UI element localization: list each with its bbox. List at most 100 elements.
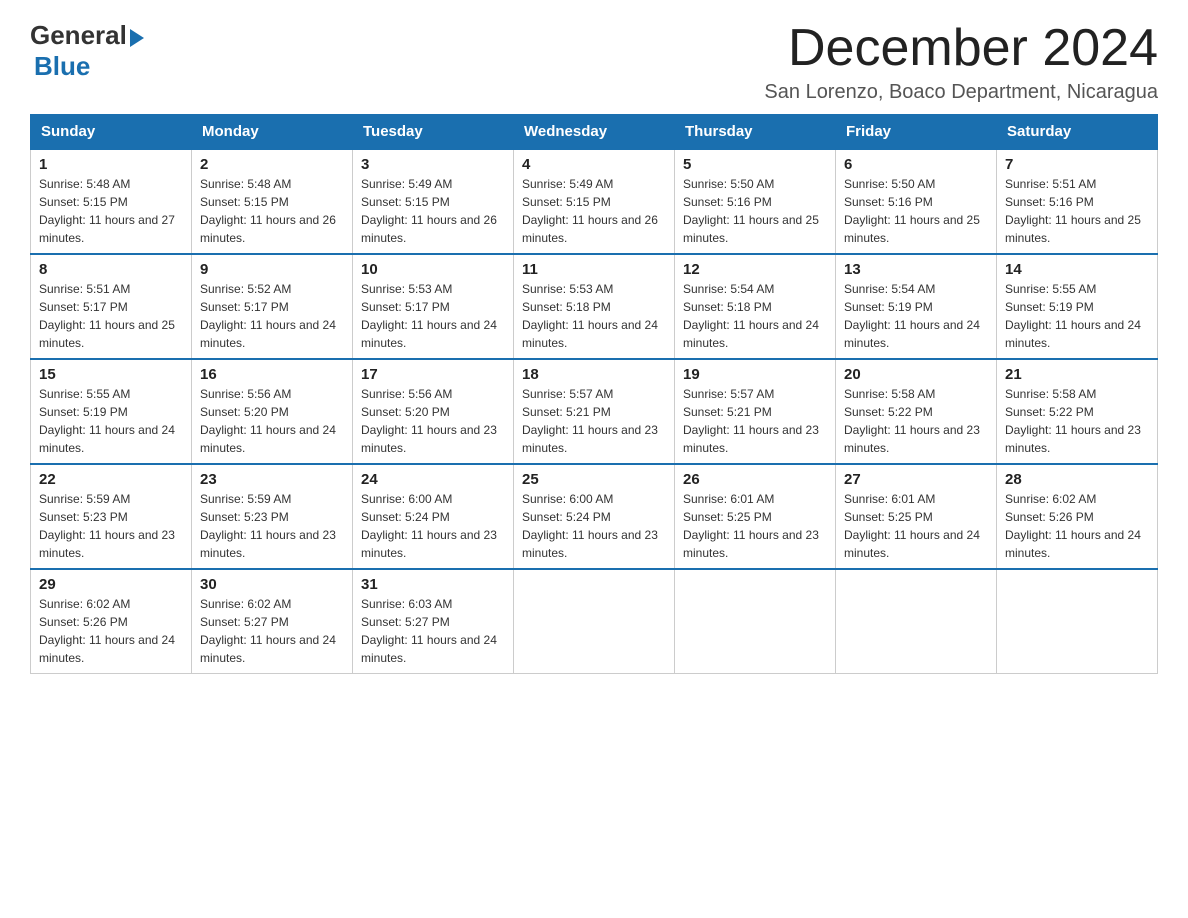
day-detail: Sunrise: 5:52 AMSunset: 5:17 PMDaylight:… <box>200 282 336 350</box>
day-number: 8 <box>39 261 183 278</box>
calendar-cell: 27 Sunrise: 6:01 AMSunset: 5:25 PMDaylig… <box>836 464 997 569</box>
day-detail: Sunrise: 5:48 AMSunset: 5:15 PMDaylight:… <box>39 177 175 245</box>
day-number: 26 <box>683 471 827 488</box>
day-detail: Sunrise: 5:50 AMSunset: 5:16 PMDaylight:… <box>683 177 819 245</box>
calendar-cell: 1 Sunrise: 5:48 AMSunset: 5:15 PMDayligh… <box>31 149 192 254</box>
calendar-cell: 9 Sunrise: 5:52 AMSunset: 5:17 PMDayligh… <box>192 254 353 359</box>
day-detail: Sunrise: 5:57 AMSunset: 5:21 PMDaylight:… <box>522 387 658 455</box>
calendar-cell: 26 Sunrise: 6:01 AMSunset: 5:25 PMDaylig… <box>675 464 836 569</box>
day-header-wednesday: Wednesday <box>514 115 675 150</box>
calendar-week-row: 29 Sunrise: 6:02 AMSunset: 5:26 PMDaylig… <box>31 569 1158 674</box>
day-detail: Sunrise: 6:00 AMSunset: 5:24 PMDaylight:… <box>361 492 497 560</box>
calendar-cell: 31 Sunrise: 6:03 AMSunset: 5:27 PMDaylig… <box>353 569 514 674</box>
day-number: 18 <box>522 366 666 383</box>
title-block: December 2024 San Lorenzo, Boaco Departm… <box>764 20 1158 104</box>
day-header-monday: Monday <box>192 115 353 150</box>
logo-general-text: General <box>30 20 127 51</box>
day-detail: Sunrise: 6:01 AMSunset: 5:25 PMDaylight:… <box>844 492 980 560</box>
calendar-week-row: 1 Sunrise: 5:48 AMSunset: 5:15 PMDayligh… <box>31 149 1158 254</box>
day-detail: Sunrise: 5:54 AMSunset: 5:19 PMDaylight:… <box>844 282 980 350</box>
calendar-cell: 25 Sunrise: 6:00 AMSunset: 5:24 PMDaylig… <box>514 464 675 569</box>
calendar-cell: 10 Sunrise: 5:53 AMSunset: 5:17 PMDaylig… <box>353 254 514 359</box>
day-detail: Sunrise: 5:49 AMSunset: 5:15 PMDaylight:… <box>361 177 497 245</box>
calendar-cell: 19 Sunrise: 5:57 AMSunset: 5:21 PMDaylig… <box>675 359 836 464</box>
day-number: 29 <box>39 576 183 593</box>
month-title: December 2024 <box>764 20 1158 77</box>
day-detail: Sunrise: 5:54 AMSunset: 5:18 PMDaylight:… <box>683 282 819 350</box>
day-number: 1 <box>39 156 183 173</box>
day-number: 17 <box>361 366 505 383</box>
calendar-cell: 16 Sunrise: 5:56 AMSunset: 5:20 PMDaylig… <box>192 359 353 464</box>
day-detail: Sunrise: 5:56 AMSunset: 5:20 PMDaylight:… <box>361 387 497 455</box>
calendar-week-row: 22 Sunrise: 5:59 AMSunset: 5:23 PMDaylig… <box>31 464 1158 569</box>
calendar-cell: 21 Sunrise: 5:58 AMSunset: 5:22 PMDaylig… <box>997 359 1158 464</box>
calendar-cell <box>836 569 997 674</box>
calendar-cell: 29 Sunrise: 6:02 AMSunset: 5:26 PMDaylig… <box>31 569 192 674</box>
calendar-cell: 14 Sunrise: 5:55 AMSunset: 5:19 PMDaylig… <box>997 254 1158 359</box>
day-header-saturday: Saturday <box>997 115 1158 150</box>
day-header-tuesday: Tuesday <box>353 115 514 150</box>
day-number: 9 <box>200 261 344 278</box>
day-detail: Sunrise: 5:51 AMSunset: 5:17 PMDaylight:… <box>39 282 175 350</box>
day-detail: Sunrise: 5:58 AMSunset: 5:22 PMDaylight:… <box>844 387 980 455</box>
day-number: 7 <box>1005 156 1149 173</box>
calendar-table: SundayMondayTuesdayWednesdayThursdayFrid… <box>30 114 1158 674</box>
day-detail: Sunrise: 6:02 AMSunset: 5:26 PMDaylight:… <box>1005 492 1141 560</box>
logo-arrow-icon <box>130 29 144 47</box>
day-number: 2 <box>200 156 344 173</box>
day-detail: Sunrise: 5:48 AMSunset: 5:15 PMDaylight:… <box>200 177 336 245</box>
day-detail: Sunrise: 5:53 AMSunset: 5:18 PMDaylight:… <box>522 282 658 350</box>
calendar-cell: 11 Sunrise: 5:53 AMSunset: 5:18 PMDaylig… <box>514 254 675 359</box>
calendar-cell: 17 Sunrise: 5:56 AMSunset: 5:20 PMDaylig… <box>353 359 514 464</box>
calendar-cell: 20 Sunrise: 5:58 AMSunset: 5:22 PMDaylig… <box>836 359 997 464</box>
calendar-cell <box>514 569 675 674</box>
day-detail: Sunrise: 6:00 AMSunset: 5:24 PMDaylight:… <box>522 492 658 560</box>
day-detail: Sunrise: 6:03 AMSunset: 5:27 PMDaylight:… <box>361 597 497 665</box>
day-number: 4 <box>522 156 666 173</box>
day-detail: Sunrise: 5:55 AMSunset: 5:19 PMDaylight:… <box>39 387 175 455</box>
day-number: 28 <box>1005 471 1149 488</box>
calendar-cell: 23 Sunrise: 5:59 AMSunset: 5:23 PMDaylig… <box>192 464 353 569</box>
day-number: 24 <box>361 471 505 488</box>
calendar-cell: 6 Sunrise: 5:50 AMSunset: 5:16 PMDayligh… <box>836 149 997 254</box>
day-number: 25 <box>522 471 666 488</box>
day-detail: Sunrise: 5:55 AMSunset: 5:19 PMDaylight:… <box>1005 282 1141 350</box>
logo: General Blue <box>30 20 144 82</box>
calendar-cell: 12 Sunrise: 5:54 AMSunset: 5:18 PMDaylig… <box>675 254 836 359</box>
day-number: 21 <box>1005 366 1149 383</box>
calendar-cell <box>675 569 836 674</box>
day-detail: Sunrise: 5:49 AMSunset: 5:15 PMDaylight:… <box>522 177 658 245</box>
page-header: General Blue December 2024 San Lorenzo, … <box>30 20 1158 104</box>
day-detail: Sunrise: 5:59 AMSunset: 5:23 PMDaylight:… <box>200 492 336 560</box>
calendar-header-row: SundayMondayTuesdayWednesdayThursdayFrid… <box>31 115 1158 150</box>
day-number: 6 <box>844 156 988 173</box>
day-number: 11 <box>522 261 666 278</box>
calendar-week-row: 8 Sunrise: 5:51 AMSunset: 5:17 PMDayligh… <box>31 254 1158 359</box>
calendar-cell: 5 Sunrise: 5:50 AMSunset: 5:16 PMDayligh… <box>675 149 836 254</box>
day-detail: Sunrise: 6:01 AMSunset: 5:25 PMDaylight:… <box>683 492 819 560</box>
day-number: 15 <box>39 366 183 383</box>
calendar-week-row: 15 Sunrise: 5:55 AMSunset: 5:19 PMDaylig… <box>31 359 1158 464</box>
day-detail: Sunrise: 5:57 AMSunset: 5:21 PMDaylight:… <box>683 387 819 455</box>
calendar-cell: 3 Sunrise: 5:49 AMSunset: 5:15 PMDayligh… <box>353 149 514 254</box>
day-number: 13 <box>844 261 988 278</box>
day-number: 20 <box>844 366 988 383</box>
calendar-cell: 22 Sunrise: 5:59 AMSunset: 5:23 PMDaylig… <box>31 464 192 569</box>
day-number: 19 <box>683 366 827 383</box>
day-detail: Sunrise: 5:50 AMSunset: 5:16 PMDaylight:… <box>844 177 980 245</box>
calendar-cell <box>997 569 1158 674</box>
day-detail: Sunrise: 5:53 AMSunset: 5:17 PMDaylight:… <box>361 282 497 350</box>
day-number: 3 <box>361 156 505 173</box>
day-number: 12 <box>683 261 827 278</box>
day-number: 22 <box>39 471 183 488</box>
calendar-cell: 18 Sunrise: 5:57 AMSunset: 5:21 PMDaylig… <box>514 359 675 464</box>
day-header-friday: Friday <box>836 115 997 150</box>
day-number: 23 <box>200 471 344 488</box>
calendar-cell: 24 Sunrise: 6:00 AMSunset: 5:24 PMDaylig… <box>353 464 514 569</box>
calendar-cell: 15 Sunrise: 5:55 AMSunset: 5:19 PMDaylig… <box>31 359 192 464</box>
day-header-sunday: Sunday <box>31 115 192 150</box>
day-detail: Sunrise: 5:56 AMSunset: 5:20 PMDaylight:… <box>200 387 336 455</box>
day-detail: Sunrise: 6:02 AMSunset: 5:26 PMDaylight:… <box>39 597 175 665</box>
day-detail: Sunrise: 6:02 AMSunset: 5:27 PMDaylight:… <box>200 597 336 665</box>
calendar-cell: 30 Sunrise: 6:02 AMSunset: 5:27 PMDaylig… <box>192 569 353 674</box>
